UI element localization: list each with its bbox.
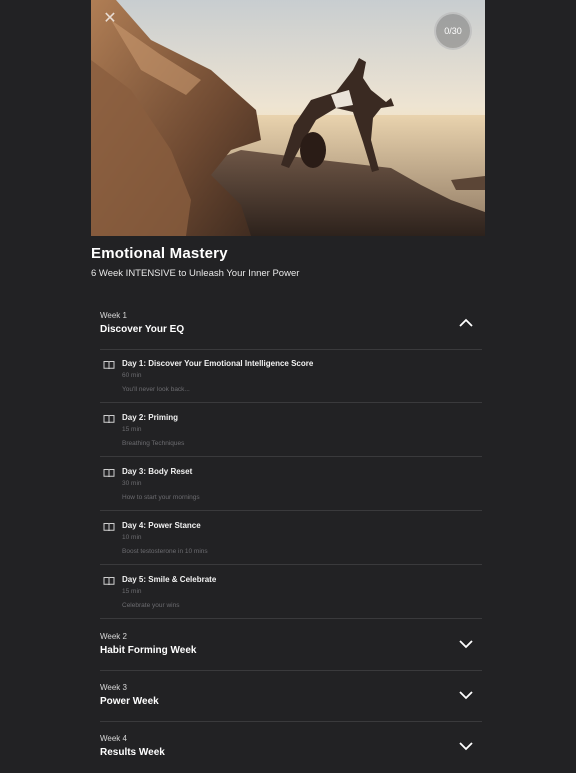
lesson-title: Day 5: Smile & Celebrate <box>122 575 217 584</box>
week-label: Week 2 <box>100 632 127 641</box>
chevron-down-icon <box>459 640 473 649</box>
book-icon <box>103 469 115 478</box>
week-title: Power Week <box>100 696 159 707</box>
lesson-description: Boost testosterone in 10 mins <box>122 548 208 555</box>
week-4-header[interactable]: Week 4 Results Week <box>91 723 485 773</box>
week-2-header[interactable]: Week 2 Habit Forming Week <box>91 621 485 671</box>
book-icon <box>103 415 115 424</box>
book-icon <box>103 577 115 586</box>
lesson-duration: 10 min <box>122 534 142 541</box>
lesson-title: Day 4: Power Stance <box>122 521 201 530</box>
week-title: Results Week <box>100 747 165 758</box>
course-title: Emotional Mastery <box>91 245 228 262</box>
chevron-down-icon <box>459 742 473 751</box>
chevron-down-icon <box>459 691 473 700</box>
week-title: Habit Forming Week <box>100 645 197 656</box>
lesson-duration: 15 min <box>122 426 142 433</box>
close-button[interactable]: ✕ <box>101 10 119 28</box>
lesson-item[interactable]: Day 3: Body Reset 30 min How to start yo… <box>100 457 482 511</box>
lesson-duration: 60 min <box>122 372 142 379</box>
course-subtitle: 6 Week INTENSIVE to Unleash Your Inner P… <box>91 268 300 279</box>
week-3-header[interactable]: Week 3 Power Week <box>91 672 485 722</box>
lesson-duration: 15 min <box>122 588 142 595</box>
lesson-duration: 30 min <box>122 480 142 487</box>
lesson-item[interactable]: Day 4: Power Stance 10 min Boost testost… <box>100 511 482 565</box>
week-label: Week 3 <box>100 683 127 692</box>
progress-text: 0/30 <box>444 26 462 36</box>
close-icon: ✕ <box>103 10 117 27</box>
divider <box>100 618 482 619</box>
lesson-description: Breathing Techniques <box>122 440 185 447</box>
lesson-title: Day 2: Priming <box>122 413 179 422</box>
chevron-up-icon <box>459 318 473 327</box>
week-label: Week 1 <box>100 311 127 320</box>
week-label: Week 4 <box>100 734 127 743</box>
hero-image <box>91 0 485 236</box>
lesson-title: Day 1: Discover Your Emotional Intellige… <box>122 359 314 368</box>
week-1-header[interactable]: Week 1 Discover Your EQ <box>91 300 485 350</box>
book-icon <box>103 361 115 370</box>
lesson-description: You'll never look back... <box>122 386 190 393</box>
lesson-item[interactable]: Day 5: Smile & Celebrate 15 min Celebrat… <box>100 565 482 619</box>
lesson-item[interactable]: Day 1: Discover Your Emotional Intellige… <box>100 349 482 403</box>
book-icon <box>103 523 115 532</box>
lesson-description: How to start your mornings <box>122 494 200 501</box>
week-title: Discover Your EQ <box>100 324 185 335</box>
lesson-title: Day 3: Body Reset <box>122 467 193 476</box>
lesson-item[interactable]: Day 2: Priming 15 min Breathing Techniqu… <box>100 403 482 457</box>
lesson-description: Celebrate your wins <box>122 602 180 609</box>
progress-badge: 0/30 <box>434 12 472 50</box>
divider <box>100 721 482 722</box>
divider <box>100 670 482 671</box>
